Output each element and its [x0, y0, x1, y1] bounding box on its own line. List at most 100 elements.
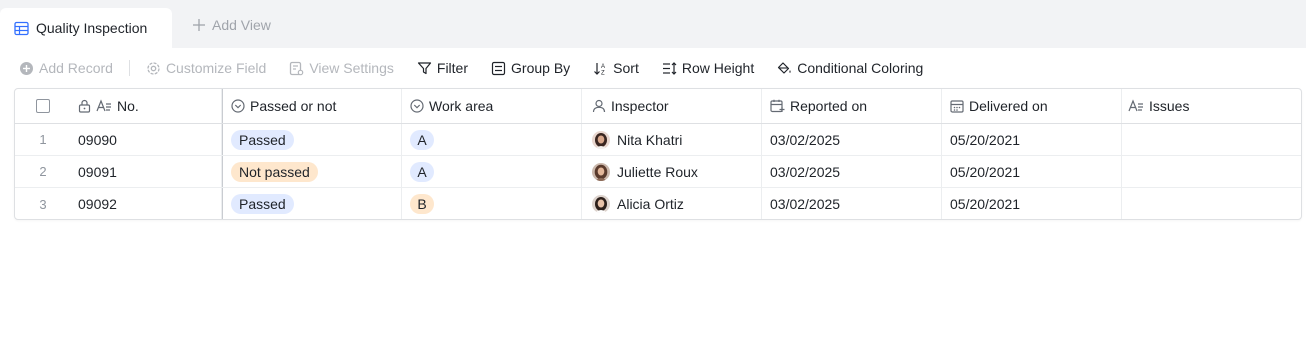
text-field-icon: [96, 99, 112, 113]
avatar: [592, 195, 610, 213]
sort-label: Sort: [613, 60, 639, 76]
cell-passed[interactable]: Passed: [222, 188, 402, 219]
avatar: [592, 162, 610, 181]
column-header-label: Inspector: [611, 98, 669, 114]
avatar: [592, 130, 610, 149]
svg-text:Z: Z: [601, 70, 605, 76]
grid-table-icon: [14, 21, 29, 36]
plus-circle-icon: [19, 61, 34, 76]
add-view-label: Add View: [212, 17, 271, 33]
filter-label: Filter: [436, 60, 469, 76]
customize-field-button[interactable]: Customize Field: [144, 54, 268, 82]
row-index: 2: [39, 164, 47, 179]
row-height-label: Row Height: [681, 60, 755, 76]
plus-icon: [192, 18, 206, 32]
table-row[interactable]: 1 09090 Passed A Nita Khatri 03/02/2025 …: [15, 124, 1301, 156]
area-tag: A: [410, 129, 434, 150]
column-header-area[interactable]: Work area: [402, 89, 582, 123]
lock-icon: [78, 99, 91, 113]
inspector-name: Nita Khatri: [617, 131, 683, 148]
cell-no[interactable]: 09090: [71, 124, 222, 155]
cell-inspector[interactable]: Nita Khatri: [582, 124, 762, 155]
customize-field-label: Customize Field: [165, 60, 267, 76]
single-select-icon: [231, 99, 245, 113]
status-tag: Passed: [231, 129, 294, 150]
cell-delivered[interactable]: 05/20/2021: [942, 188, 1122, 219]
column-header-label: Reported on: [790, 98, 868, 114]
cell-inspector[interactable]: Alicia Ortiz: [582, 188, 762, 219]
filter-button[interactable]: Filter: [415, 54, 470, 82]
tab-quality-inspection[interactable]: Quality Inspection: [0, 8, 172, 48]
sort-icon: AZ: [593, 61, 608, 76]
cell-issues[interactable]: [1122, 156, 1301, 187]
sort-button[interactable]: AZ Sort: [591, 54, 641, 82]
column-header-label: Passed or not: [250, 98, 337, 114]
column-header-label: Work area: [429, 98, 494, 114]
view-settings-icon: [289, 61, 304, 76]
conditional-coloring-label: Conditional Coloring: [797, 60, 924, 76]
view-settings-label: View Settings: [309, 60, 394, 76]
grid-header-row: No. Passed or not Work area Inspector Re…: [15, 89, 1301, 124]
area-tag: A: [410, 161, 434, 182]
column-header-inspector[interactable]: Inspector: [582, 89, 762, 123]
status-tag: Passed: [231, 194, 294, 214]
cell-area[interactable]: B: [402, 188, 582, 219]
select-all-cell[interactable]: [15, 89, 71, 123]
inspector-name: Alicia Ortiz: [617, 196, 684, 212]
row-height-icon: [662, 61, 677, 76]
view-tab-bar: Quality Inspection Add View: [0, 0, 1306, 48]
add-record-label: Add Record: [39, 60, 113, 76]
person-icon: [592, 99, 606, 113]
gear-icon: [146, 61, 161, 76]
group-by-icon: [491, 61, 506, 76]
add-view-button[interactable]: Add View: [192, 17, 271, 33]
data-grid: No. Passed or not Work area Inspector Re…: [14, 88, 1302, 220]
column-header-reported[interactable]: Reported on: [762, 89, 942, 123]
cell-issues[interactable]: [1122, 188, 1301, 219]
cell-delivered[interactable]: 05/20/2021: [942, 156, 1122, 187]
created-date-icon: [770, 99, 785, 113]
cell-area[interactable]: A: [402, 124, 582, 155]
cell-reported[interactable]: 03/02/2025: [762, 188, 942, 219]
area-tag: B: [410, 194, 434, 214]
table-row[interactable]: 2 09091 Not passed A Juliette Roux 03/02…: [15, 156, 1301, 188]
column-header-label: Issues: [1149, 98, 1190, 114]
table-row[interactable]: 3 09092 Passed B Alicia Ortiz 03/02/2025…: [15, 188, 1301, 219]
select-all-checkbox[interactable]: [36, 99, 50, 113]
paint-bucket-icon: [777, 61, 792, 76]
calendar-icon: [950, 99, 964, 113]
filter-icon: [417, 61, 432, 76]
toolbar: Add Record Customize Field View Settings…: [0, 48, 1306, 88]
column-header-issues[interactable]: Issues: [1122, 89, 1301, 123]
row-index: 3: [39, 196, 47, 212]
cell-no[interactable]: 09092: [71, 188, 222, 219]
column-header-label: No.: [117, 98, 139, 114]
svg-text:A: A: [601, 64, 605, 70]
column-header-no[interactable]: No.: [71, 89, 222, 123]
column-header-label: Delivered on: [969, 98, 1048, 114]
row-index: 1: [39, 132, 47, 147]
cell-issues[interactable]: [1122, 124, 1301, 155]
tab-label: Quality Inspection: [36, 20, 148, 36]
add-record-button[interactable]: Add Record: [17, 54, 115, 82]
text-field-icon: [1128, 99, 1144, 113]
single-select-icon: [410, 99, 424, 113]
column-header-passed[interactable]: Passed or not: [222, 89, 402, 123]
status-tag: Not passed: [231, 161, 318, 182]
view-settings-button[interactable]: View Settings: [287, 54, 396, 82]
group-by-label: Group By: [511, 60, 571, 76]
row-height-button[interactable]: Row Height: [660, 54, 756, 82]
toolbar-divider: [128, 60, 130, 76]
cell-passed[interactable]: Passed: [222, 124, 402, 155]
column-header-delivered[interactable]: Delivered on: [942, 89, 1122, 123]
cell-passed[interactable]: Not passed: [222, 156, 402, 187]
cell-no[interactable]: 09091: [71, 156, 222, 187]
inspector-name: Juliette Roux: [617, 163, 698, 180]
cell-reported[interactable]: 03/02/2025: [762, 156, 942, 187]
cell-delivered[interactable]: 05/20/2021: [942, 124, 1122, 155]
cell-area[interactable]: A: [402, 156, 582, 187]
conditional-coloring-button[interactable]: Conditional Coloring: [775, 54, 925, 82]
cell-inspector[interactable]: Juliette Roux: [582, 156, 762, 187]
group-by-button[interactable]: Group By: [489, 54, 572, 82]
cell-reported[interactable]: 03/02/2025: [762, 124, 942, 155]
